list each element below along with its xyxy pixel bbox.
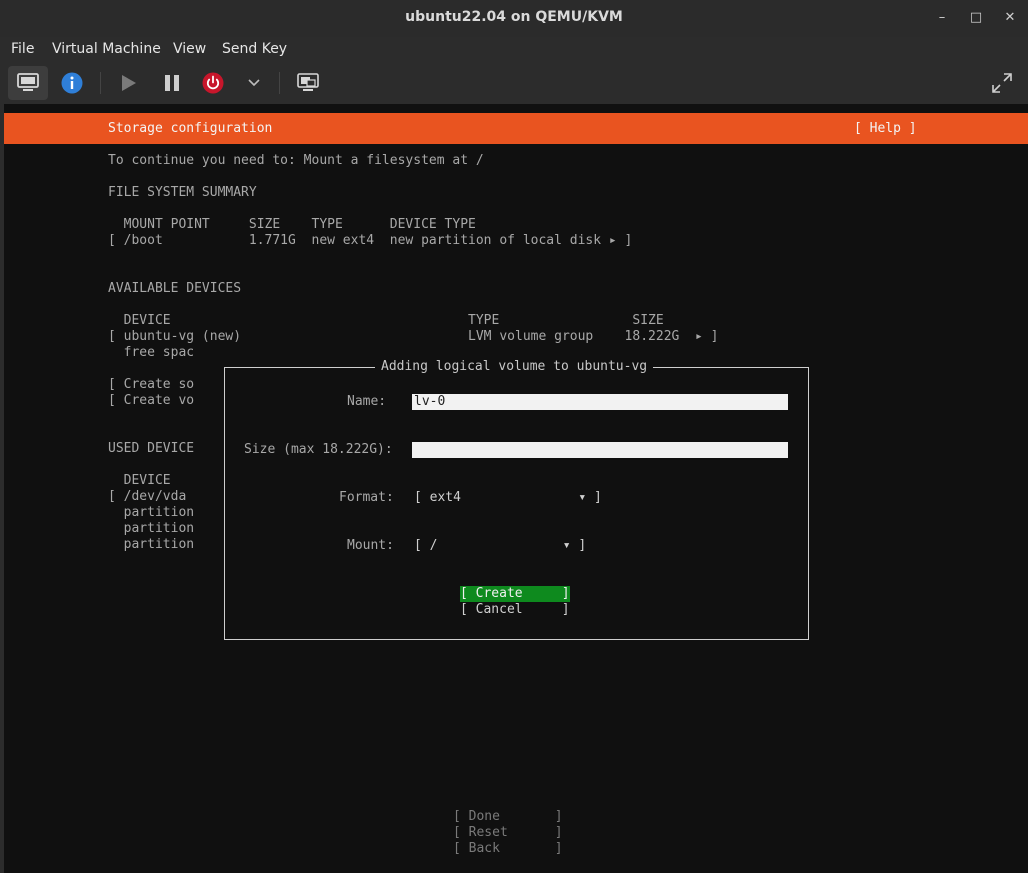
menu-view[interactable]: View	[173, 41, 206, 57]
shutdown-button[interactable]	[199, 66, 227, 100]
reset-button[interactable]: [ Reset ]	[453, 825, 563, 841]
minimize-button[interactable]: –	[931, 8, 953, 28]
power-icon	[202, 72, 224, 94]
name-input[interactable]: lv-0	[412, 394, 788, 410]
mount-select[interactable]: [ / ▾ ]	[414, 538, 586, 554]
toolbar-separator	[279, 72, 280, 94]
fullscreen-icon	[992, 73, 1012, 93]
screenshot-icon	[297, 73, 319, 91]
device-row-ubuntu-vg[interactable]: [ ubuntu-vg (new) LVM volume group 18.22…	[108, 329, 718, 345]
header-title: Storage configuration	[108, 121, 273, 136]
used-device-vda[interactable]: [ /dev/vda	[108, 489, 186, 505]
instruction-text: To continue you need to: Mount a filesys…	[108, 153, 484, 168]
create-button[interactable]: [ Create ]	[460, 586, 570, 602]
fs-summary-heading: FILE SYSTEM SUMMARY	[108, 185, 257, 200]
menu-send-key[interactable]: Send Key	[222, 41, 287, 57]
used-devices-column: DEVICE	[108, 473, 171, 488]
toolbar-separator	[100, 72, 101, 94]
pause-button[interactable]	[158, 66, 186, 100]
vm-console[interactable]: Storage configuration [ Help ] To contin…	[4, 104, 1028, 873]
fs-summary-columns: MOUNT POINT SIZE TYPE DEVICE TYPE	[108, 217, 476, 232]
name-label: Name:	[347, 394, 387, 409]
fs-summary-row-boot[interactable]: [ /boot 1.771G new ext4 new partition of…	[108, 233, 632, 249]
free-space-row: free spac	[108, 345, 195, 360]
fullscreen-button[interactable]	[988, 66, 1016, 100]
chevron-down-icon	[248, 79, 260, 87]
close-button[interactable]: ✕	[999, 8, 1021, 28]
available-devices-columns: DEVICE TYPE SIZE	[108, 313, 664, 328]
menu-file[interactable]: File	[11, 41, 34, 57]
partition-row[interactable]: partition	[108, 537, 194, 553]
dialog-title: Adding logical volume to ubuntu-vg	[375, 359, 654, 375]
menu-virtual-machine[interactable]: Virtual Machine	[52, 41, 161, 57]
format-select[interactable]: [ ext4 ▾ ]	[414, 490, 602, 506]
partition-row[interactable]: partition	[108, 521, 194, 537]
screenshot-button[interactable]	[294, 66, 322, 100]
info-icon	[61, 72, 83, 94]
run-button[interactable]	[114, 66, 142, 100]
format-label: Format:	[339, 490, 394, 505]
pause-icon	[165, 75, 179, 91]
show-console-button[interactable]	[8, 66, 48, 100]
menubar: File Virtual Machine View Send Key	[0, 37, 1028, 62]
maximize-button[interactable]: □	[965, 8, 987, 28]
window-title: ubuntu22.04 on QEMU/KVM	[405, 9, 623, 25]
console-icon	[17, 73, 39, 91]
used-devices-heading: USED DEVICE	[108, 441, 195, 456]
size-input[interactable]	[412, 442, 788, 458]
mount-label: Mount:	[347, 538, 394, 553]
add-logical-volume-dialog: Adding logical volume to ubuntu-vg Name:…	[224, 359, 809, 640]
partition-row[interactable]: partition	[108, 505, 194, 521]
back-button[interactable]: [ Back ]	[453, 841, 563, 857]
create-volume-group-button[interactable]: [ Create vo	[108, 393, 194, 409]
installer-header: Storage configuration [ Help ]	[4, 113, 1028, 144]
toolbar	[0, 62, 1028, 104]
size-label: Size (max 18.222G):	[244, 442, 393, 457]
cancel-button[interactable]: [ Cancel ]	[460, 602, 570, 618]
window-titlebar: ubuntu22.04 on QEMU/KVM – □ ✕	[0, 0, 1028, 37]
available-devices-heading: AVAILABLE DEVICES	[108, 281, 242, 296]
shutdown-menu-button[interactable]	[242, 66, 266, 100]
create-software-raid-button[interactable]: [ Create so	[108, 377, 194, 393]
help-button[interactable]: [ Help ]	[854, 121, 917, 137]
done-button[interactable]: [ Done ]	[453, 809, 563, 825]
show-details-button[interactable]	[56, 66, 88, 100]
play-icon	[122, 75, 136, 91]
